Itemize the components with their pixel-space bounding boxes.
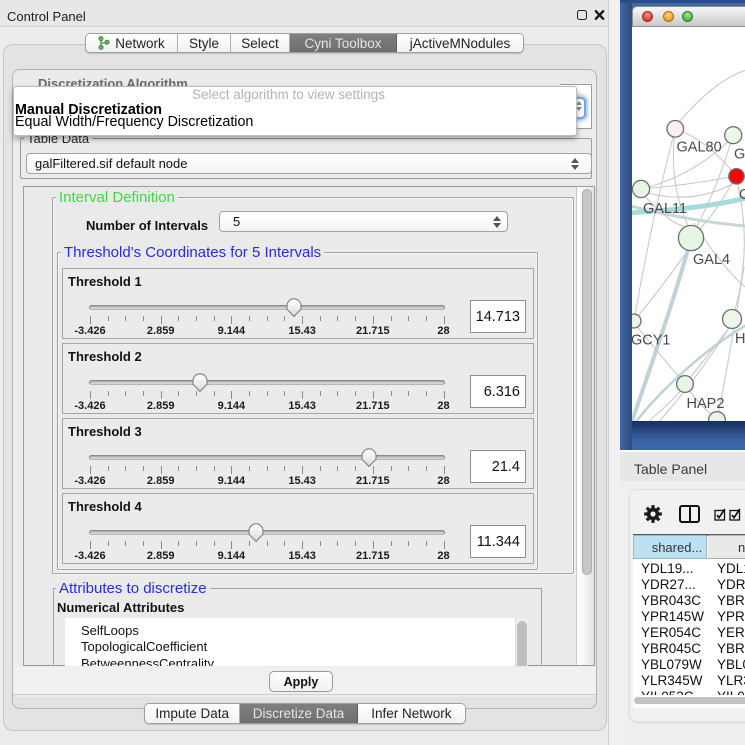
svg-text:GA: GA — [734, 147, 745, 163]
svg-text:GAL80: GAL80 — [677, 140, 722, 156]
svg-text:C: C — [739, 187, 745, 203]
svg-text:GAL4: GAL4 — [693, 252, 730, 268]
svg-text:GCY1: GCY1 — [632, 333, 671, 349]
svg-text:HAP2: HAP2 — [687, 396, 725, 412]
svg-text:H: H — [735, 331, 745, 347]
svg-text:GAL11: GAL11 — [643, 201, 687, 217]
